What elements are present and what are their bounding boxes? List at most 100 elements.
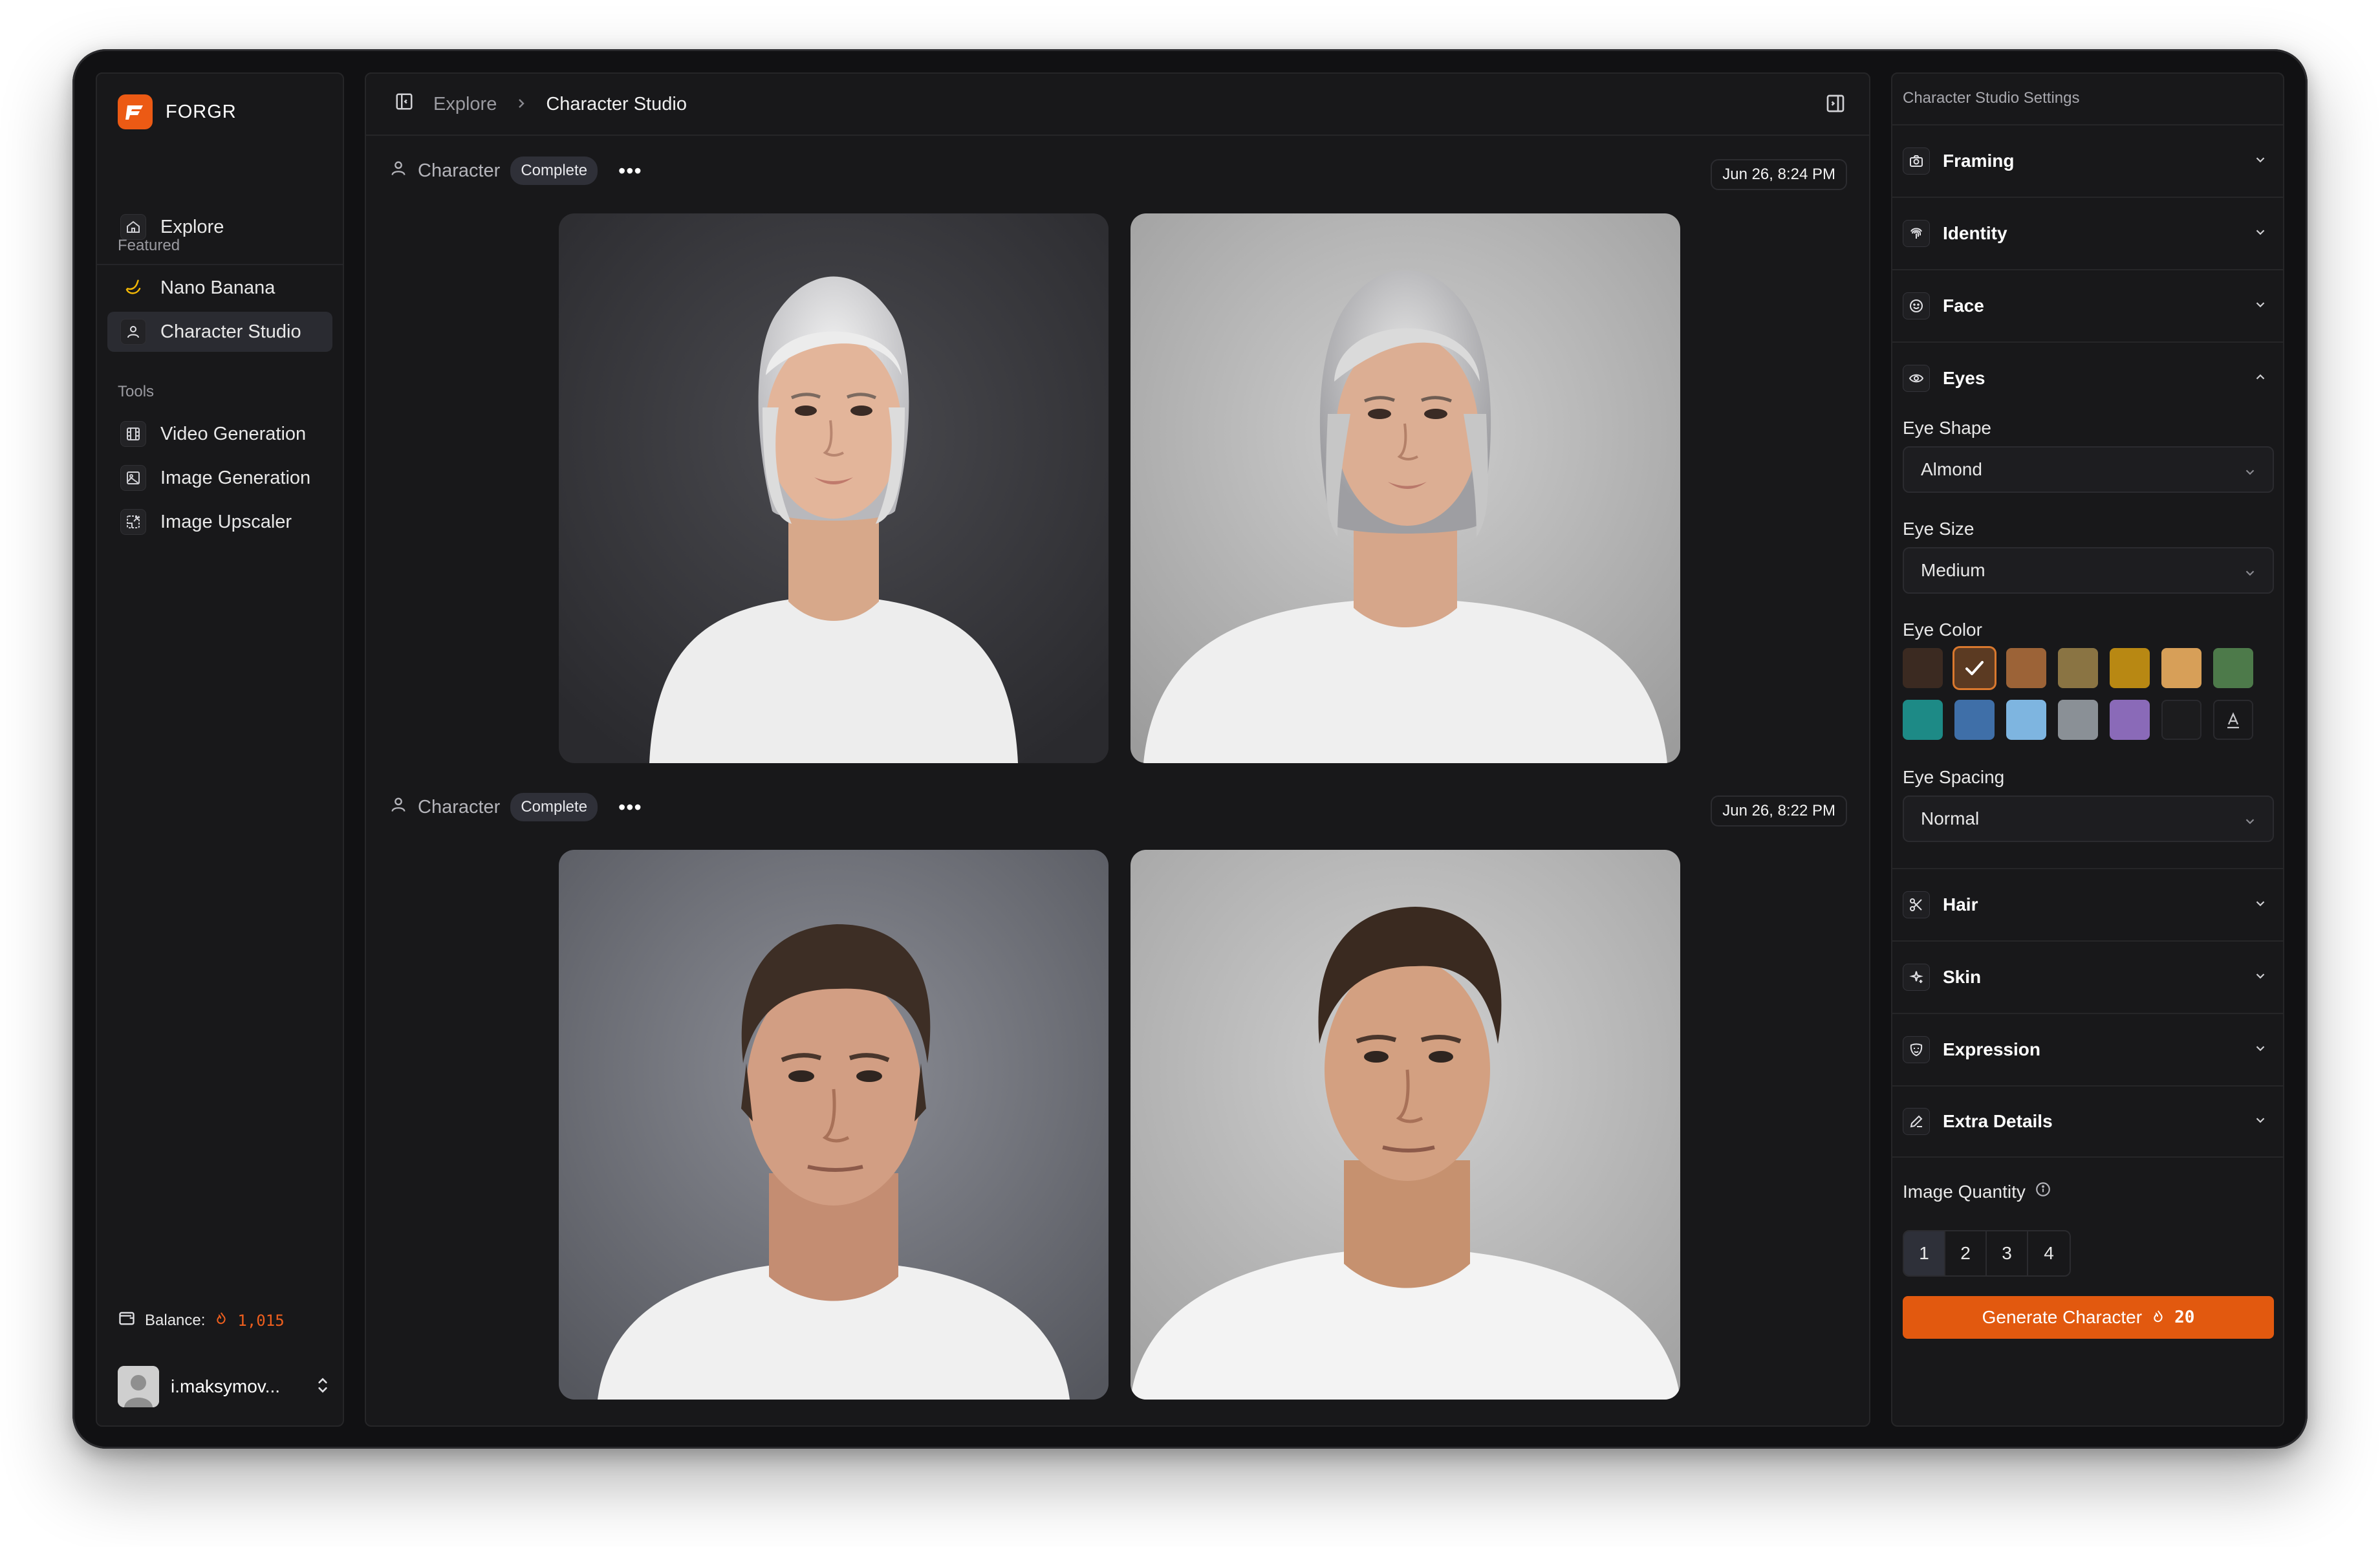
eye-size-value: Medium [1921, 560, 1985, 580]
generation-label: Character [418, 160, 501, 181]
eye-color-swatch[interactable] [2006, 700, 2046, 740]
person-icon [120, 319, 146, 345]
eye-color-swatch[interactable] [2058, 700, 2098, 740]
eye-icon [1903, 365, 1930, 392]
generated-image-woman-1[interactable] [559, 213, 1109, 763]
quantity-option[interactable]: 1 [1904, 1231, 1945, 1275]
eye-color-swatch[interactable] [2058, 648, 2098, 688]
generated-image-man-2[interactable] [1130, 850, 1680, 1400]
user-name: i.maksymov... [171, 1376, 281, 1396]
generate-label: Generate Character [1982, 1307, 2143, 1327]
chevron-down-icon [2253, 1041, 2267, 1059]
section-identity[interactable]: Identity [1892, 197, 2283, 269]
section-skin[interactable]: Skin [1892, 940, 2283, 1013]
tools-label: Tools [118, 383, 155, 400]
quantity-option[interactable]: 3 [1987, 1231, 2028, 1275]
eye-color-swatch[interactable] [2213, 648, 2253, 688]
flame-icon [2151, 1307, 2165, 1328]
person-icon [389, 795, 407, 819]
info-icon[interactable] [2035, 1181, 2051, 1202]
main-content: Explore Character Studio Character Compl… [365, 72, 1870, 1427]
section-face[interactable]: Face [1892, 269, 2283, 341]
section-framing[interactable]: Framing [1892, 124, 2283, 197]
chevron-down-icon [2253, 225, 2267, 243]
panel-toggle-icon[interactable] [1825, 93, 1846, 119]
chevron-right-icon [516, 94, 526, 115]
sidebar-item-label: Character Studio [160, 321, 301, 342]
generation-timestamp: Jun 26, 8:24 PM [1711, 159, 1847, 190]
generate-cost: 20 [2174, 1308, 2195, 1327]
eye-spacing-select[interactable]: Normal [1903, 795, 2274, 842]
eye-color-label: Eye Color [1903, 620, 1982, 640]
pencil-icon [1903, 1108, 1930, 1135]
eye-color-swatch[interactable] [2110, 700, 2150, 740]
generation-header: Character Complete ••• [389, 793, 642, 821]
generation-header: Character Complete ••• [389, 157, 642, 185]
avatar [118, 1366, 159, 1407]
chevron-down-icon [2243, 564, 2257, 585]
image-quantity-selector: 1 2 3 4 [1903, 1230, 2071, 1277]
featured-label: Featured [118, 237, 180, 254]
eye-color-swatch[interactable] [1903, 648, 1943, 688]
eye-color-swatch[interactable] [1903, 700, 1943, 740]
image-quantity-label: Image Quantity [1903, 1181, 2026, 1202]
upscale-icon [120, 509, 146, 535]
image-quantity-header: Image Quantity [1903, 1181, 2051, 1202]
custom-color-icon[interactable] [2213, 700, 2253, 740]
smiley-icon [1903, 292, 1930, 319]
more-options-icon[interactable]: ••• [618, 160, 642, 181]
mask-icon [1903, 1036, 1930, 1063]
user-menu[interactable]: i.maksymov... [118, 1365, 331, 1409]
sidebar-item-image-upscaler[interactable]: Image Upscaler [107, 502, 332, 542]
section-hair[interactable]: Hair [1892, 868, 2283, 940]
status-badge: Complete [510, 157, 598, 185]
sidebar-toggle-icon[interactable] [395, 92, 414, 116]
person-icon [389, 159, 407, 182]
eye-color-swatch[interactable] [2161, 700, 2202, 740]
quantity-option[interactable]: 4 [2028, 1231, 2070, 1275]
sidebar-item-character-studio[interactable]: Character Studio [107, 312, 332, 352]
chevron-down-icon [2253, 969, 2267, 986]
sidebar-item-image-generation[interactable]: Image Generation [107, 458, 332, 498]
section-label: Expression [1943, 1039, 2040, 1059]
settings-title: Character Studio Settings [1903, 89, 2080, 107]
breadcrumb-explore[interactable]: Explore [433, 94, 497, 115]
section-extra-details[interactable]: Extra Details [1892, 1085, 2283, 1158]
status-badge: Complete [510, 793, 598, 821]
eye-shape-select[interactable]: Almond [1903, 446, 2274, 493]
sidebar-item-label: Video Generation [160, 423, 307, 444]
sidebar-item-label: Image Upscaler [160, 511, 292, 532]
quantity-option[interactable]: 2 [1945, 1231, 1987, 1275]
section-eyes[interactable]: Eyes [1892, 341, 2283, 414]
section-expression[interactable]: Expression [1892, 1013, 2283, 1085]
more-options-icon[interactable]: ••• [618, 797, 642, 817]
sidebar-item-label: Nano Banana [160, 277, 276, 298]
eye-color-swatch[interactable] [2110, 648, 2150, 688]
chevron-down-icon [2243, 463, 2257, 484]
chevron-down-icon [2253, 896, 2267, 914]
sidebar-item-nano-banana[interactable]: Nano Banana [107, 268, 332, 308]
sidebar: FORGR Explore Featured Nano Banana Chara… [96, 72, 344, 1427]
chevron-up-down-icon[interactable] [314, 1376, 331, 1398]
eye-color-swatch[interactable] [2006, 648, 2046, 688]
app-name: FORGR [166, 101, 237, 122]
film-icon [120, 421, 146, 447]
eye-size-label: Eye Size [1903, 519, 1974, 539]
eye-color-swatch[interactable] [2161, 648, 2202, 688]
flame-icon [214, 1311, 228, 1330]
sidebar-item-label: Explore [160, 216, 224, 237]
logo[interactable]: FORGR [118, 94, 237, 129]
chevron-down-icon [2253, 298, 2267, 315]
eye-spacing-value: Normal [1921, 808, 1980, 828]
eye-color-swatch[interactable] [1954, 648, 1995, 688]
wallet-icon [118, 1309, 136, 1332]
image-icon [120, 465, 146, 491]
generate-character-button[interactable]: Generate Character 20 [1903, 1296, 2274, 1339]
eye-size-select[interactable]: Medium [1903, 547, 2274, 594]
balance-value: 1,015 [237, 1311, 285, 1330]
generated-image-woman-2[interactable] [1130, 213, 1680, 763]
sidebar-item-video-generation[interactable]: Video Generation [107, 414, 332, 454]
section-label: Skin [1943, 967, 1982, 987]
eye-color-swatch[interactable] [1954, 700, 1995, 740]
generated-image-man-1[interactable] [559, 850, 1109, 1400]
